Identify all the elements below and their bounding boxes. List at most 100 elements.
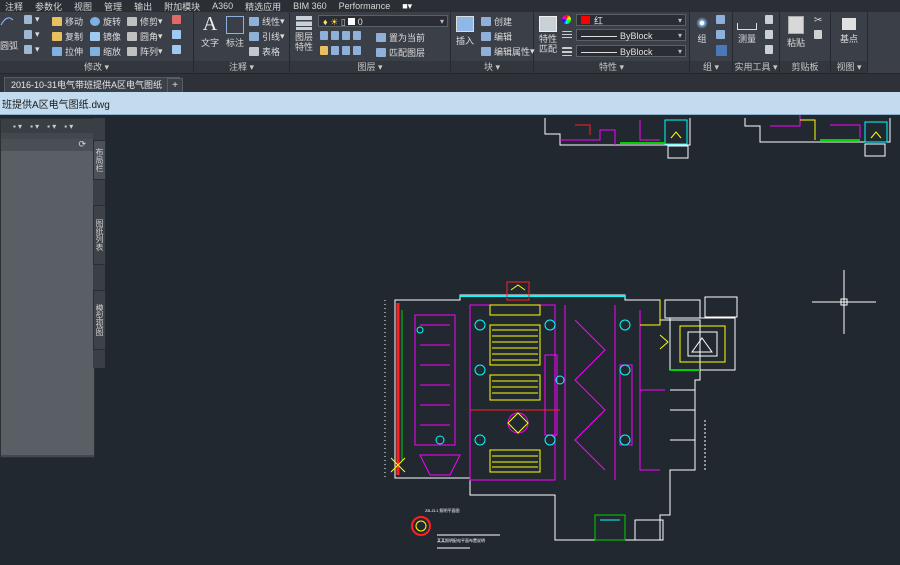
trim-button[interactable]: 修剪 ▾ [127, 15, 163, 28]
mirror-button[interactable]: 镜像 [90, 30, 121, 43]
clipboard-panel: 粘贴 ✂ 剪贴板 [780, 12, 831, 73]
properties-panel-title[interactable]: 特性 ▾ [534, 61, 689, 73]
create-block-button[interactable]: 创建 [481, 15, 512, 28]
measure-button[interactable]: 测量 [735, 17, 759, 45]
layer-stack-icon [296, 16, 312, 30]
table-icon [249, 47, 259, 56]
menu-addins[interactable]: 附加模块 [164, 0, 200, 13]
menu-output[interactable]: 输出 [134, 0, 152, 13]
layer-tools-row1[interactable] [320, 31, 364, 40]
set-current-button[interactable]: 置为当前 [376, 31, 425, 44]
trim-icon [127, 17, 137, 26]
palette-tab-sheets[interactable]: 图纸列表 [93, 205, 106, 265]
palette-icon-2[interactable]: ▪ ▾ [30, 122, 39, 131]
block-panel-title[interactable]: 块 ▾ [451, 61, 533, 73]
edit-block-button[interactable]: 编辑 [481, 30, 512, 43]
palette-icon-3[interactable]: ▪ ▾ [47, 122, 56, 131]
point-icon[interactable] [765, 30, 776, 39]
menu-featured-apps[interactable]: 精选应用 [245, 0, 281, 13]
edit-attributes-button[interactable]: 编辑属性 ▾ [481, 45, 535, 58]
palette-tab-model-views[interactable]: 模型视图 [93, 290, 106, 350]
layers-panel: 图层 特性 ♦ ☀ ▯ 0 ▾ 置为当前 匹配图层 图层 ▾ [290, 12, 451, 73]
group-button[interactable]: 组 [692, 16, 712, 45]
linear-dim-button[interactable]: 线性 ▾ [249, 15, 285, 28]
menu-annotate[interactable]: 注释 [5, 0, 23, 13]
cut-icon[interactable]: ✂ [814, 15, 822, 26]
text-button[interactable]: A 文字 [198, 14, 222, 49]
match-layer-icon [376, 48, 386, 57]
menu-manage[interactable]: 管理 [104, 0, 122, 13]
edit-attributes-icon [481, 47, 491, 56]
groups-panel-title[interactable]: 组 ▾ [690, 61, 732, 73]
copy-icon [52, 32, 62, 41]
drawing-canvas[interactable] [0, 115, 900, 565]
draw-tool-icon-3[interactable]: ▾ [24, 44, 40, 55]
annotation-panel: A 文字 标注 线性 ▾ 引线 ▾ 表格 注释 ▾ [194, 12, 290, 73]
insert-block-button[interactable]: 插入 [453, 16, 477, 47]
fillet-button[interactable]: 圆角 ▾ [127, 30, 163, 43]
match-layer-button[interactable]: 匹配图层 [376, 46, 425, 59]
modify-panel-title[interactable]: 修改 ▾ [0, 61, 193, 73]
array-button[interactable]: 阵列 ▾ [127, 45, 163, 58]
palette-toolbar: ▪ ▾ ▪ ▾ ▪ ▾ ▪ ▾ [1, 119, 94, 133]
color-dropdown[interactable]: 红 ▾ [576, 14, 686, 26]
stretch-button[interactable]: 拉伸 [52, 45, 83, 58]
lock-icon: ▯ [340, 17, 346, 27]
palette-tab-layout[interactable]: 布局栏 [93, 140, 106, 180]
draw-tool-icon-2[interactable]: ▾ [24, 29, 40, 40]
fillet-icon [127, 32, 137, 41]
explode-icon[interactable] [172, 30, 184, 39]
lineweight-dropdown[interactable]: ByBlock ▾ [576, 45, 686, 57]
layer-tools-row2[interactable] [320, 46, 364, 55]
menu-bim360[interactable]: BIM 360 [293, 1, 327, 11]
utilities-panel-title[interactable]: 实用工具 ▾ [733, 61, 779, 73]
calculator-icon[interactable] [765, 45, 776, 54]
color-swatch [581, 16, 590, 24]
palette-icon-1[interactable]: ▪ ▾ [13, 122, 22, 131]
document-tab-bar: 2016-10-31电气带班提供A区电气图纸 × + [0, 74, 900, 93]
view-panel: 基点 视图 ▾ [831, 12, 868, 73]
offset-icon[interactable] [172, 45, 184, 54]
copy-button[interactable]: 复制 [52, 30, 83, 43]
chevron-down-icon: ▾ [677, 47, 682, 56]
move-button[interactable]: 移动 [52, 15, 83, 28]
arc-tool-label[interactable]: 圆弧 [0, 39, 18, 52]
menu-view[interactable]: 视图 [74, 0, 92, 13]
arc-icon[interactable] [0, 14, 14, 26]
linetype-dropdown[interactable]: ByBlock ▾ [576, 29, 686, 41]
dimension-button[interactable]: 标注 [224, 16, 246, 49]
draw-tool-icon[interactable]: ▾ [24, 14, 40, 25]
copy-clip-icon[interactable] [814, 30, 825, 39]
scale-button[interactable]: 缩放 [90, 45, 121, 58]
color-wheel-icon[interactable] [562, 15, 574, 24]
view-panel-title[interactable]: 视图 ▾ [831, 61, 867, 73]
mirror-icon [90, 32, 100, 41]
leader-button[interactable]: 引线 ▾ [249, 30, 285, 43]
base-point-button[interactable]: 基点 [837, 18, 861, 45]
new-tab-button[interactable]: + [167, 78, 183, 93]
ungroup-icon[interactable] [716, 15, 728, 24]
group-select-icon[interactable] [716, 45, 730, 56]
annotation-panel-title[interactable]: 注释 ▾ [194, 61, 289, 73]
group-edit-icon[interactable] [716, 30, 728, 39]
scale-icon [90, 47, 100, 56]
paste-button[interactable]: 粘贴 [784, 16, 808, 49]
quick-calc-icon[interactable] [765, 15, 776, 24]
erase-icon[interactable] [172, 15, 184, 24]
menu-parametric[interactable]: 参数化 [35, 0, 62, 13]
refresh-icon[interactable]: ⟳ [78, 139, 86, 150]
lineweight-sample [581, 52, 617, 54]
table-button[interactable]: 表格 [249, 45, 280, 58]
menu-a360[interactable]: A360 [212, 1, 233, 11]
document-tab[interactable]: 2016-10-31电气带班提供A区电气图纸 × [4, 77, 181, 93]
layer-properties-button[interactable]: 图层 特性 [292, 16, 316, 52]
layers-panel-title[interactable]: 图层 ▾ [290, 61, 450, 73]
clipboard-panel-title[interactable]: 剪贴板 [780, 61, 830, 73]
palette-icon-4[interactable]: ▪ ▾ [64, 122, 73, 131]
menu-performance[interactable]: Performance [339, 1, 391, 11]
rotate-button[interactable]: 旋转 [90, 15, 121, 28]
layer-dropdown[interactable]: ♦ ☀ ▯ 0 ▾ [318, 15, 448, 27]
paste-icon [788, 16, 804, 34]
match-properties-button[interactable]: 特性 匹配 [536, 16, 560, 54]
video-icon[interactable]: ■▾ [402, 1, 412, 12]
